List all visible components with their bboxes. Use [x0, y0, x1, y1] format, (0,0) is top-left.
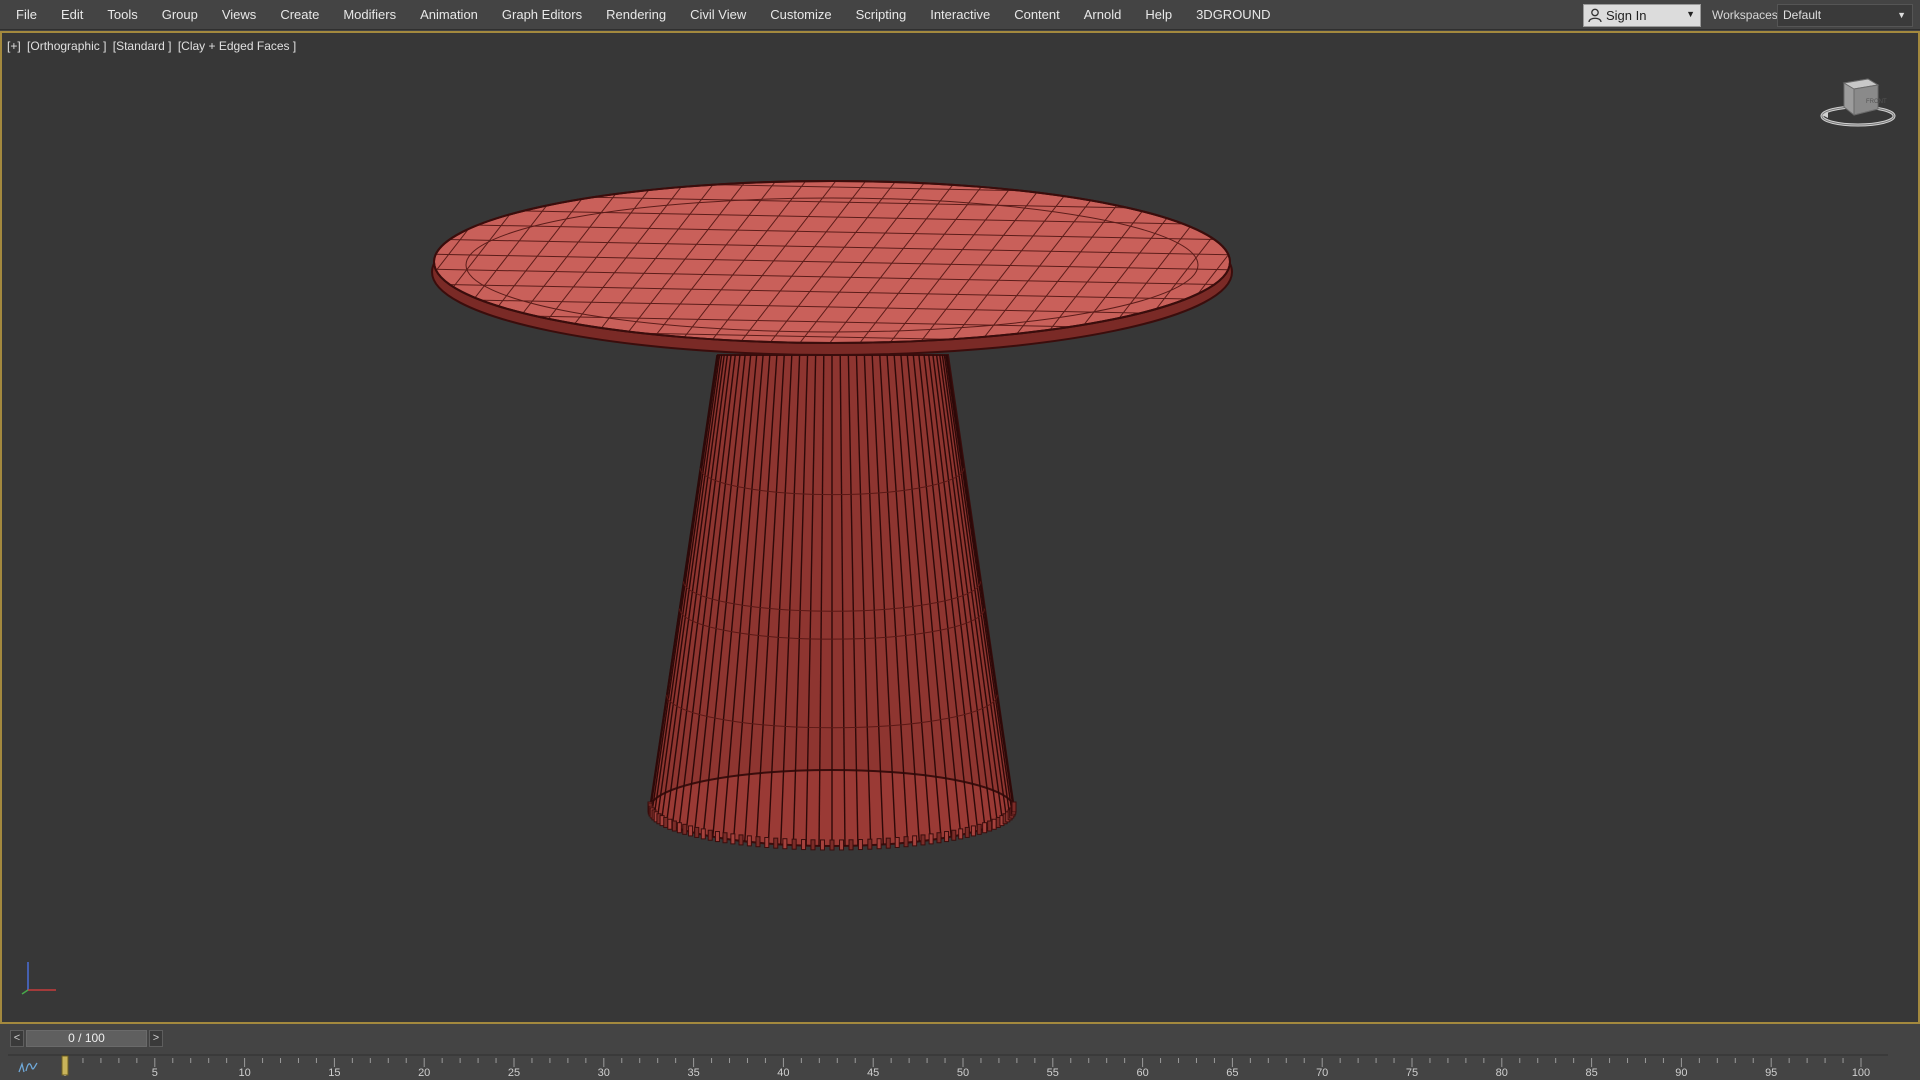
- menu-group[interactable]: Group: [150, 0, 210, 30]
- track-tick-label: 95: [1765, 1067, 1777, 1078]
- menu-3dground[interactable]: 3DGROUND: [1184, 0, 1282, 30]
- menu-create[interactable]: Create: [268, 0, 331, 30]
- track-tick-label: 15: [328, 1067, 340, 1078]
- menu-items: File Edit Tools Group Views Create Modifiers An…: [0, 0, 1282, 30]
- menu-interactive[interactable]: Interactive: [918, 0, 1002, 30]
- sign-in-dropdown[interactable]: Sign In ▼: [1583, 4, 1701, 27]
- menu-customize[interactable]: Customize: [758, 0, 843, 30]
- prev-frame-button[interactable]: <: [10, 1029, 24, 1047]
- time-slider-thumb[interactable]: 0 / 100: [26, 1029, 147, 1047]
- current-frame-marker[interactable]: [61, 1055, 69, 1076]
- viewcube-face-label: FRONT: [1866, 99, 1887, 105]
- track-tick-label: 75: [1406, 1067, 1418, 1078]
- track-tick-label: 50: [957, 1067, 969, 1078]
- axis-tripod-icon: [21, 962, 56, 995]
- track-tick-label: 45: [867, 1067, 879, 1078]
- menu-rendering[interactable]: Rendering: [594, 0, 678, 30]
- table-model[interactable]: [2, 33, 1918, 1022]
- menu-edit[interactable]: Edit: [49, 0, 95, 30]
- track-bar[interactable]: 0510152025303540455055606570758085909510…: [8, 1053, 1888, 1078]
- next-frame-button[interactable]: >: [149, 1029, 163, 1047]
- menu-arnold[interactable]: Arnold: [1072, 0, 1134, 30]
- track-tick-label: 5: [152, 1067, 158, 1078]
- track-tick-label: 60: [1136, 1067, 1148, 1078]
- menu-bar: File Edit Tools Group Views Create Modifiers An…: [0, 0, 1920, 30]
- track-tick-label: 65: [1226, 1067, 1238, 1078]
- track-tick-label: 55: [1047, 1067, 1059, 1078]
- track-tick-label: 35: [687, 1067, 699, 1078]
- menu-help[interactable]: Help: [1133, 0, 1184, 30]
- track-tick-label: 80: [1496, 1067, 1508, 1078]
- menu-modifiers[interactable]: Modifiers: [331, 0, 408, 30]
- menu-content[interactable]: Content: [1002, 0, 1072, 30]
- time-slider: < 0 / 100 >: [10, 1029, 163, 1047]
- track-tick-label: 20: [418, 1067, 430, 1078]
- chevron-down-icon: ▼: [1897, 10, 1906, 20]
- track-tick-label: 70: [1316, 1067, 1328, 1078]
- track-tick-label: 30: [598, 1067, 610, 1078]
- pedestal: [647, 354, 1017, 851]
- sign-in-label: Sign In: [1606, 8, 1647, 23]
- menu-tools[interactable]: Tools: [95, 0, 149, 30]
- menu-views[interactable]: Views: [210, 0, 268, 30]
- timeline-panel: < 0 / 100 > 0510152025303540455055606570…: [0, 1026, 1920, 1080]
- user-icon: [1588, 8, 1602, 23]
- menu-animation[interactable]: Animation: [408, 0, 490, 30]
- menu-scripting[interactable]: Scripting: [844, 0, 919, 30]
- track-tick-label: 85: [1585, 1067, 1597, 1078]
- chevron-down-icon: ▼: [1686, 9, 1695, 19]
- track-tick-label: 10: [238, 1067, 250, 1078]
- menu-graph-editors[interactable]: Graph Editors: [490, 0, 594, 30]
- menu-file[interactable]: File: [4, 0, 49, 30]
- workspace-value: Default: [1783, 8, 1822, 22]
- viewcube[interactable]: FRONT: [1818, 69, 1904, 131]
- table-top: [431, 180, 1233, 356]
- track-tick-label: 90: [1675, 1067, 1687, 1078]
- track-tick-label: 40: [777, 1067, 789, 1078]
- menu-civil-view[interactable]: Civil View: [678, 0, 758, 30]
- perspective-viewport[interactable]: [+] [Orthographic ] [Standard ] [Clay + …: [0, 31, 1920, 1024]
- workspace-select[interactable]: Default ▼: [1777, 4, 1913, 27]
- track-tick-label: 25: [508, 1067, 520, 1078]
- track-tick-label: 100: [1852, 1067, 1870, 1078]
- workspaces-label: Workspaces:: [1712, 8, 1782, 22]
